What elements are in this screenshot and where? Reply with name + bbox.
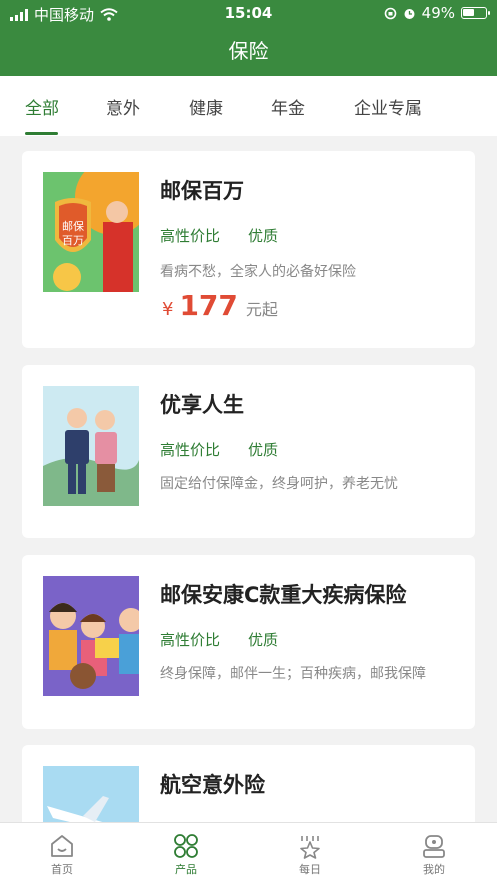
tabbar-mine[interactable]: 我的 bbox=[372, 823, 496, 883]
tag-value: 高性价比 bbox=[160, 631, 221, 649]
product-card[interactable]: 优享人生 高性价比 优质 固定给付保障金，终身呵护，养老无忧 bbox=[22, 365, 475, 538]
page-title: 保险 bbox=[0, 26, 497, 76]
product-card[interactable]: 邮保安康C款重大疾病保险 高性价比 优质 终身保障，邮伴一生；百种疾病，邮我保障 bbox=[22, 555, 475, 729]
tabbar-label: 每日 bbox=[299, 863, 321, 876]
home-icon bbox=[51, 835, 73, 857]
thumbnail-text-1: 邮保 bbox=[62, 219, 84, 233]
products-icon bbox=[174, 834, 198, 858]
product-title: 邮保安康C款重大疾病保险 bbox=[160, 583, 407, 607]
product-tags: 高性价比 优质 bbox=[160, 439, 278, 460]
tabbar-daily[interactable]: 每日 bbox=[248, 823, 372, 883]
tabbar-home[interactable]: 首页 bbox=[0, 823, 124, 883]
product-thumbnail: 邮保 百万 bbox=[43, 172, 139, 292]
product-description: 看病不愁，全家人的必备好保险 bbox=[160, 264, 356, 280]
status-bar: 中国移动 15:04 49% bbox=[0, 0, 497, 26]
battery-label: 49% bbox=[421, 4, 455, 22]
product-tags: 高性价比 优质 bbox=[160, 629, 278, 650]
tab-annuity[interactable]: 年金 bbox=[271, 94, 305, 119]
tabbar-label: 我的 bbox=[423, 863, 445, 876]
active-tab-indicator bbox=[25, 132, 58, 135]
product-card[interactable]: 邮保 百万 邮保百万 高性价比 优质 看病不愁，全家人的必备好保险 ¥ 177 … bbox=[22, 151, 475, 348]
tag-quality: 优质 bbox=[248, 631, 279, 649]
alarm-icon bbox=[404, 8, 415, 19]
profile-icon bbox=[423, 835, 445, 858]
tab-all[interactable]: 全部 bbox=[25, 94, 59, 119]
tag-quality: 优质 bbox=[248, 441, 279, 459]
product-title: 优享人生 bbox=[160, 393, 244, 417]
tag-value: 高性价比 bbox=[160, 227, 221, 245]
battery-icon bbox=[461, 7, 490, 19]
tabbar-label: 产品 bbox=[175, 863, 197, 876]
tab-accident[interactable]: 意外 bbox=[106, 94, 140, 119]
price-currency: ¥ bbox=[162, 299, 174, 320]
tabbar-products[interactable]: 产品 bbox=[124, 823, 248, 883]
product-tags: 高性价比 优质 bbox=[160, 225, 278, 246]
status-right: 49% bbox=[384, 4, 490, 22]
category-tabs: 全部 意外 健康 年金 企业专属 bbox=[0, 76, 497, 136]
tag-value: 高性价比 bbox=[160, 441, 221, 459]
rotation-lock-icon bbox=[384, 7, 396, 19]
thumbnail-text-2: 百万 bbox=[62, 234, 84, 247]
tag-quality: 优质 bbox=[248, 227, 279, 245]
price-value: 177 bbox=[179, 289, 238, 322]
product-title: 航空意外险 bbox=[160, 773, 265, 797]
bottom-tab-bar: 首页 产品 每日 我的 bbox=[0, 822, 497, 883]
tabbar-label: 首页 bbox=[51, 863, 73, 876]
product-description: 固定给付保障金，终身呵护，养老无忧 bbox=[160, 476, 398, 492]
tab-enterprise[interactable]: 企业专属 bbox=[354, 94, 422, 119]
product-thumbnail bbox=[43, 386, 139, 506]
price-suffix: 元起 bbox=[245, 300, 278, 319]
product-thumbnail bbox=[43, 576, 139, 696]
product-description: 终身保障，邮伴一生；百种疾病，邮我保障 bbox=[160, 666, 426, 682]
product-price: ¥ 177 元起 bbox=[162, 289, 278, 322]
daily-star-icon bbox=[300, 836, 320, 859]
product-title: 邮保百万 bbox=[160, 179, 244, 203]
tab-health[interactable]: 健康 bbox=[189, 94, 223, 119]
